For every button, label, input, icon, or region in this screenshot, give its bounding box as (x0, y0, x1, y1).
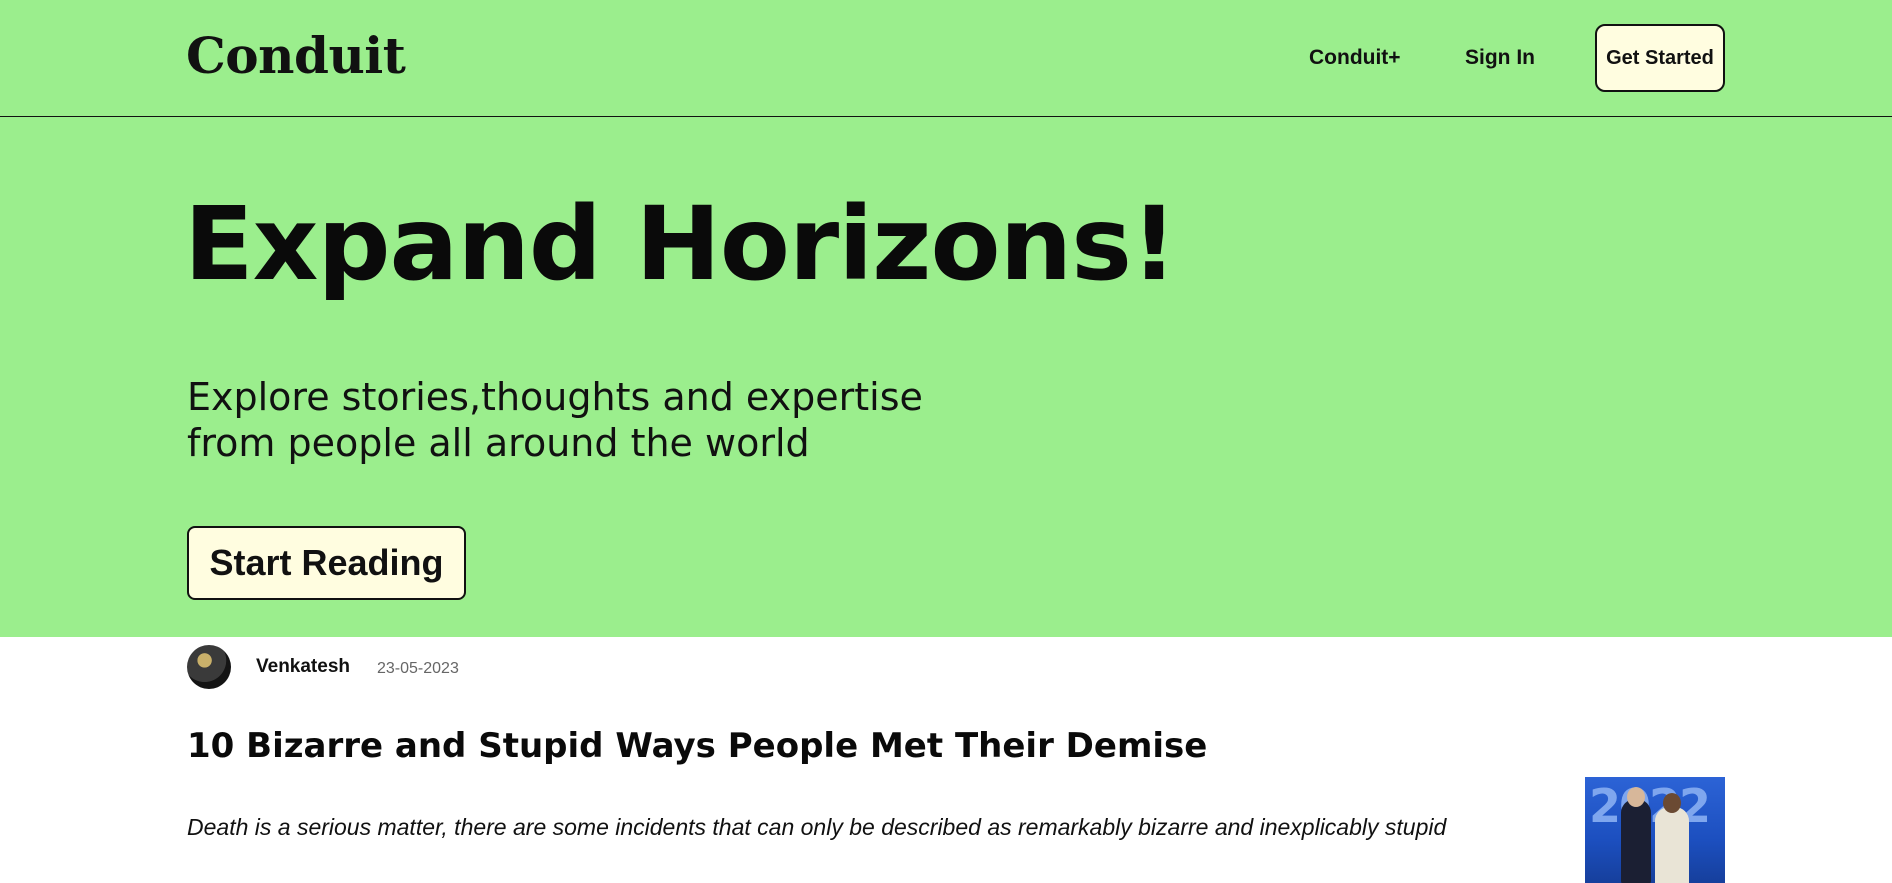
hero-section: Expand Horizons! Explore stories,thought… (0, 117, 1892, 637)
get-started-button[interactable]: Get Started (1595, 24, 1725, 92)
hero-title: Expand Horizons! (184, 185, 1177, 304)
author-avatar[interactable] (187, 645, 231, 689)
article-thumbnail[interactable]: 2022 (1585, 777, 1725, 883)
site-header: Conduit Conduit+ Sign In Get Started (0, 0, 1892, 117)
hero-subtitle: Explore stories,thoughts and expertise f… (187, 374, 927, 466)
thumbnail-figure-right (1655, 807, 1689, 883)
thumbnail-figure-left-head (1627, 787, 1645, 807)
start-reading-button[interactable]: Start Reading (187, 526, 466, 600)
hero-subtitle-line-2: from people all around the world (187, 421, 810, 465)
nav-conduit-plus-link[interactable]: Conduit+ (1309, 44, 1401, 72)
thumbnail-figure-right-head (1663, 793, 1681, 813)
hero-subtitle-line-1: Explore stories,thoughts and expertise (187, 375, 923, 419)
nav-sign-in-link[interactable]: Sign In (1465, 44, 1535, 72)
site-logo[interactable]: Conduit (186, 22, 406, 90)
article-date: 23-05-2023 (377, 660, 459, 677)
article-description: Death is a serious matter, there are som… (187, 814, 1447, 840)
author-name[interactable]: Venkatesh (256, 656, 350, 678)
article-preview: Venkatesh 23-05-2023 10 Bizarre and Stup… (0, 637, 1892, 883)
thumbnail-figure-left (1621, 799, 1651, 883)
article-title[interactable]: 10 Bizarre and Stupid Ways People Met Th… (187, 725, 1207, 767)
